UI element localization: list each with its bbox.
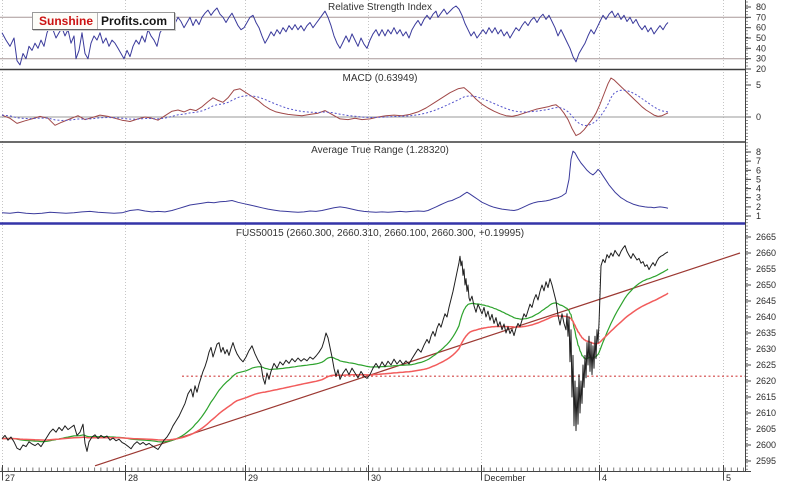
x-axis-label: 29 xyxy=(248,473,258,483)
price-tick-label: 2645 xyxy=(756,296,776,306)
atr-line xyxy=(2,151,668,214)
price-tick-label: 2640 xyxy=(756,312,776,322)
price-tick-label: 2650 xyxy=(756,280,776,290)
price-tick-label: 2600 xyxy=(756,440,776,450)
price-tick-label: 2665 xyxy=(756,232,776,242)
brand-logo-sunshine: Sunshine xyxy=(33,13,95,29)
rsi-tick-label: 30 xyxy=(756,54,766,64)
macd-panel-title: MACD (0.63949) xyxy=(342,73,417,84)
x-axis-label: 27 xyxy=(5,473,15,483)
x-axis-label: 5 xyxy=(726,473,731,483)
price-tick-label: 2635 xyxy=(756,328,776,338)
rsi-tick-label: 70 xyxy=(756,12,766,22)
price-tick-label: 2630 xyxy=(756,344,776,354)
macd-tick-label: 0 xyxy=(756,112,761,122)
price-line xyxy=(2,246,668,452)
brand-logo-profits: Profits.com xyxy=(97,13,174,29)
price-panel-title: FUS50015 (2660.300, 2660.310, 2660.100, … xyxy=(236,228,524,239)
brand-logo[interactable]: Sunshine Profits.com xyxy=(32,12,175,30)
price-tick-label: 2605 xyxy=(756,424,776,434)
rsi-tick-label: 80 xyxy=(756,2,766,12)
x-axis-label: 4 xyxy=(602,473,607,483)
price-chart-svg: 8070605040302050876543212665266026552650… xyxy=(0,0,800,486)
rsi-tick-label: 50 xyxy=(756,33,766,43)
macd-line xyxy=(2,78,668,136)
price-tick-label: 2620 xyxy=(756,376,776,386)
x-axis-label: 28 xyxy=(128,473,138,483)
ma-fast-line xyxy=(2,269,668,442)
rsi-tick-label: 20 xyxy=(756,64,766,74)
rsi-tick-label: 60 xyxy=(756,23,766,33)
atr-tick-label: 1 xyxy=(756,211,761,221)
x-axis-label: December xyxy=(484,473,526,483)
price-tick-label: 2660 xyxy=(756,248,776,258)
rsi-panel-title: Relative Strength Index xyxy=(328,2,432,13)
price-tick-label: 2610 xyxy=(756,408,776,418)
price-tick-label: 2625 xyxy=(756,360,776,370)
rsi-tick-label: 40 xyxy=(756,43,766,53)
atr-panel-title: Average True Range (1.28320) xyxy=(311,145,449,156)
price-tick-label: 2595 xyxy=(756,456,776,466)
ma-slow-line xyxy=(2,293,668,440)
price-tick-label: 2655 xyxy=(756,264,776,274)
price-tick-label: 2615 xyxy=(756,392,776,402)
x-axis-label: 30 xyxy=(371,473,381,483)
macd-tick-label: 5 xyxy=(756,80,761,90)
